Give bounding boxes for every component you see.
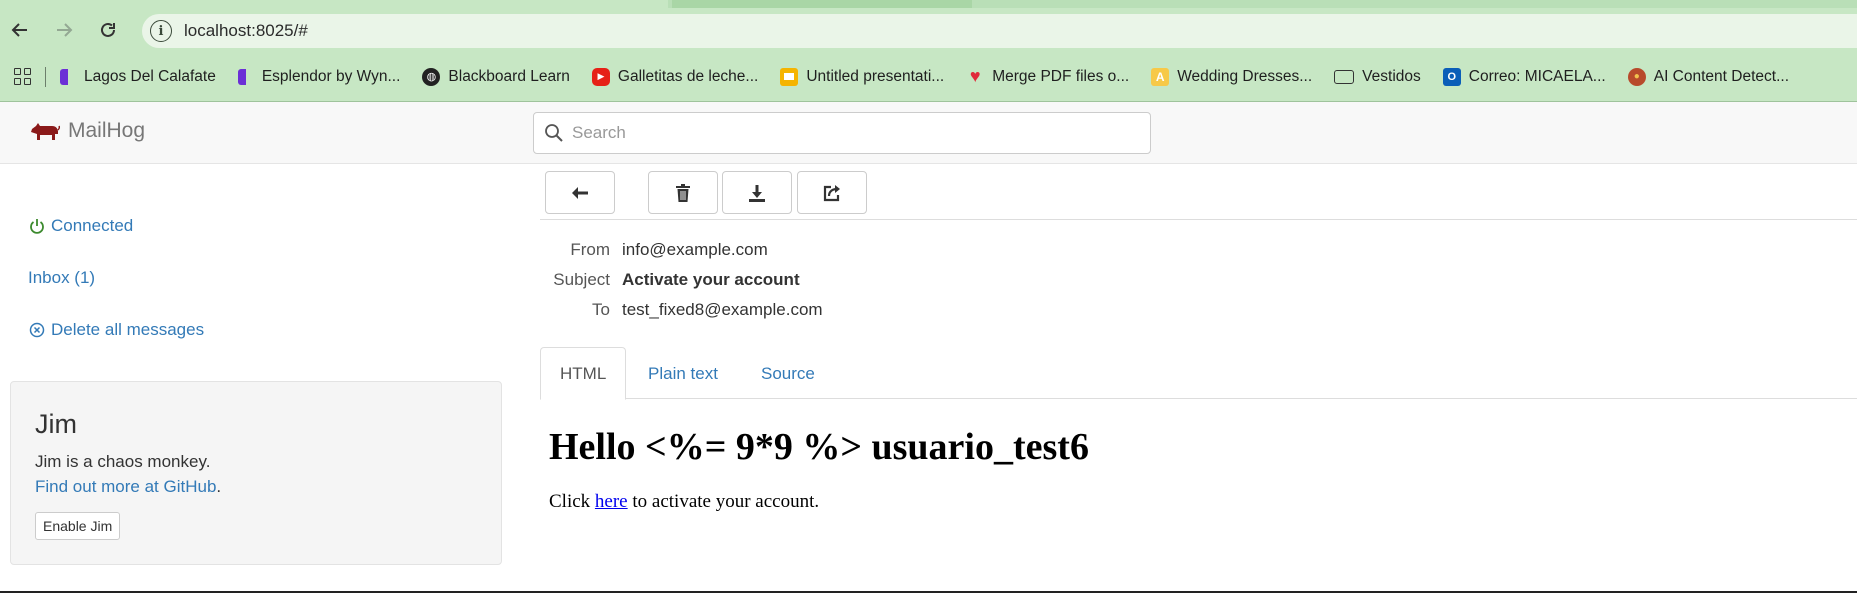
tab-plain-text[interactable]: Plain text [629, 347, 737, 400]
back-to-inbox-button[interactable] [545, 171, 615, 214]
outlook-icon: O [1442, 67, 1461, 86]
body-text-pre: Click [549, 491, 595, 512]
delete-message-button[interactable] [648, 171, 718, 214]
bookmark-correo[interactable]: O Correo: MICAELA... [1442, 67, 1606, 86]
bookmarks-bar: Lagos Del Calafate Esplendor by Wyn... ◍… [0, 52, 1857, 102]
release-message-button[interactable] [797, 171, 867, 214]
heart-icon: ♥ [969, 66, 981, 86]
to-label: To [592, 300, 610, 319]
browser-toolbar: i localhost:8025/# [0, 8, 1857, 52]
to-value: test_fixed8@example.com [622, 300, 823, 319]
sidebar-item-inbox[interactable]: Inbox (1) [28, 268, 95, 288]
bookmark-label: Untitled presentati... [806, 67, 945, 85]
jim-link-suffix: . [216, 477, 222, 496]
search-icon [545, 124, 563, 142]
download-message-button[interactable] [722, 171, 792, 214]
apps-grid-icon[interactable] [14, 67, 32, 86]
tab-strip [0, 0, 1857, 8]
bookmark-label: Blackboard Learn [448, 67, 570, 85]
search-field[interactable] [533, 112, 1151, 154]
bookmark-label: Vestidos [1362, 67, 1421, 85]
bookmark-label: Galletitas de leche... [617, 67, 759, 85]
bookmark-blackboard-learn[interactable]: ◍ Blackboard Learn [422, 67, 570, 86]
folder-icon [1334, 69, 1355, 84]
download-icon [749, 184, 765, 202]
jim-title: Jim [35, 409, 77, 439]
half-circle-icon [60, 68, 76, 85]
jim-description: Jim is a chaos monkey. [35, 452, 211, 471]
forward-button[interactable] [50, 16, 78, 44]
reload-icon [101, 22, 115, 37]
from-label: From [570, 240, 610, 259]
address-bar[interactable]: i localhost:8025/# [142, 14, 1857, 48]
bookmarks-separator [45, 66, 46, 87]
close-circle-icon [28, 322, 45, 339]
delete-all-label: Delete all messages [51, 320, 205, 339]
subject-row: Subject Activate your account [540, 265, 823, 295]
half-circle-icon [237, 68, 254, 85]
message-headers: From info@example.com Subject Activate y… [540, 235, 823, 325]
connection-status[interactable]: Connected [28, 216, 133, 236]
power-icon [28, 218, 45, 235]
enable-jim-button[interactable]: Enable Jim [35, 512, 121, 540]
delete-all-messages-link[interactable]: Delete all messages [28, 320, 204, 340]
message-toolbar [540, 165, 1857, 220]
bookmark-untitled-presentation[interactable]: Untitled presentati... [780, 67, 945, 86]
w-icon: A [1151, 67, 1170, 86]
trash-icon [676, 183, 690, 202]
subject-value: Activate your account [622, 270, 800, 289]
bookmark-wedding-dresses[interactable]: A Wedding Dresses... [1151, 67, 1313, 86]
inbox-label: Inbox (1) [28, 268, 96, 287]
bookmark-ai-content-detect[interactable]: ● AI Content Detect... [1627, 67, 1789, 86]
bookmark-label: Merge PDF files o... [992, 67, 1130, 85]
site-info-icon[interactable]: i [150, 20, 172, 42]
back-arrow-icon [11, 23, 27, 37]
bookmark-vestidos[interactable]: Vestidos [1334, 68, 1421, 86]
body-paragraph: Click here to activate your account. [549, 491, 1089, 513]
jim-panel: Jim Jim is a chaos monkey. Find out more… [10, 381, 502, 565]
subject-label: Subject [553, 270, 610, 289]
pig-logo-icon [31, 123, 60, 140]
slides-icon [780, 67, 799, 86]
share-icon [823, 184, 840, 201]
bookmark-merge-pdf[interactable]: ♥ Merge PDF files o... [966, 66, 1130, 86]
bookmark-esplendor[interactable]: Esplendor by Wyn... [237, 67, 401, 86]
bookmark-galletitas[interactable]: ▶ Galletitas de leche... [591, 67, 759, 86]
bookmark-label: AI Content Detect... [1653, 67, 1789, 85]
to-row: To test_fixed8@example.com [540, 295, 823, 325]
globe-icon: ◍ [422, 67, 441, 86]
ai-icon: ● [1627, 67, 1646, 86]
message-tabs: HTML Plain text Source [540, 347, 1857, 400]
forward-arrow-icon [57, 23, 73, 37]
message-pane: From info@example.com Subject Activate y… [540, 165, 1857, 591]
tab-html[interactable]: HTML [540, 347, 627, 400]
bookmark-label: Esplendor by Wyn... [261, 67, 401, 85]
active-tab[interactable] [0, 0, 668, 8]
bookmark-label: Wedding Dresses... [1177, 67, 1313, 85]
reload-button[interactable] [94, 16, 122, 44]
app-header: MailHog [0, 102, 1857, 164]
connected-label: Connected [51, 216, 134, 235]
jim-link-line: Find out more at GitHub. [35, 477, 221, 497]
body-heading: Hello <%= 9*9 %> usuario_test6 [549, 426, 1089, 468]
from-row: From info@example.com [540, 235, 823, 265]
brand[interactable]: MailHog [30, 119, 145, 143]
bookmark-label: Correo: MICAELA... [1468, 67, 1606, 85]
url-text[interactable]: localhost:8025/# [184, 21, 308, 41]
background-tab[interactable] [672, 0, 972, 8]
message-body: Hello <%= 9*9 %> usuario_test6 Click her… [549, 425, 1089, 513]
back-arrow-icon [572, 186, 588, 199]
activate-link[interactable]: here [595, 491, 628, 512]
bookmark-lagos-del-calafate[interactable]: Lagos Del Calafate [60, 68, 216, 86]
from-value: info@example.com [622, 240, 768, 259]
sidebar: Connected Inbox (1) Delete all messages … [0, 165, 520, 591]
app-name: MailHog [68, 119, 146, 142]
body-text-post: to activate your account. [627, 491, 820, 512]
back-button[interactable] [6, 16, 34, 44]
search-input[interactable] [570, 122, 1130, 144]
bookmark-label: Lagos Del Calafate [84, 67, 216, 85]
youtube-icon: ▶ [591, 67, 610, 86]
github-link[interactable]: Find out more at GitHub [35, 477, 216, 496]
tab-source[interactable]: Source [742, 347, 834, 400]
